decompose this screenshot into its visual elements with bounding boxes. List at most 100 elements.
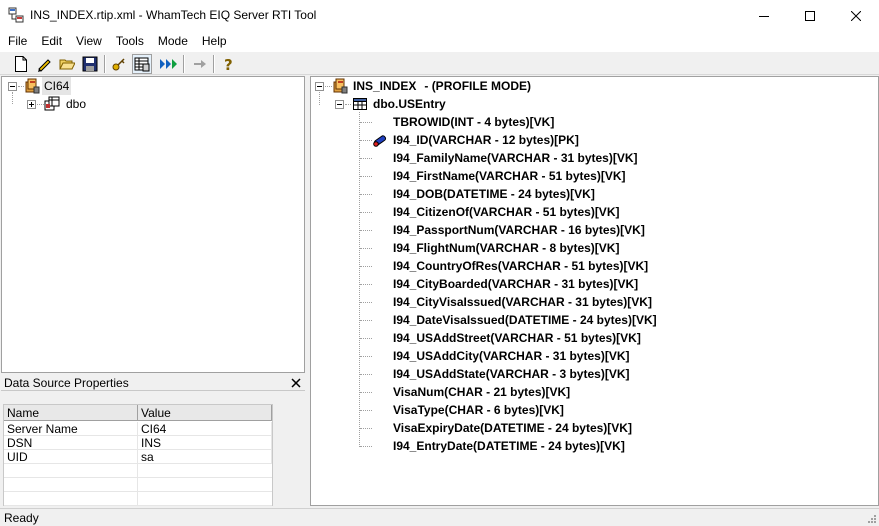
- tree-node-field[interactable]: I94_CityVisaIssued(VARCHAR - 31 bytes)[V…: [393, 293, 652, 311]
- tree-node-field[interactable]: I94_ID(VARCHAR - 12 bytes)[PK]: [393, 131, 579, 149]
- tree-node-table[interactable]: dbo.USEntry: [373, 95, 446, 113]
- status-bar: Ready: [0, 508, 879, 526]
- field-label: VisaExpiryDate(DATETIME - 24 bytes)[VK]: [393, 421, 632, 435]
- resize-grip-icon[interactable]: [865, 512, 877, 524]
- properties-grid[interactable]: Name Value Server Name CI64 DSN INS UID …: [3, 404, 273, 506]
- menu-help[interactable]: Help: [195, 31, 234, 51]
- tree-node-index-root[interactable]: INS_INDEX - (PROFILE MODE): [353, 77, 531, 95]
- field-label: I94_USAddCity(VARCHAR - 31 bytes)[VK]: [393, 349, 630, 363]
- column-header-value[interactable]: Value: [138, 405, 272, 421]
- index-icon: [332, 78, 348, 97]
- new-button[interactable]: [11, 54, 31, 74]
- menu-mode[interactable]: Mode: [151, 31, 195, 51]
- field-label: VisaType(CHAR - 6 bytes)[VK]: [393, 403, 564, 417]
- property-value: sa: [138, 450, 272, 464]
- field-label: I94_CountryOfRes(VARCHAR - 51 bytes)[VK]: [393, 259, 649, 273]
- tree-node-field[interactable]: I94_DOB(DATETIME - 24 bytes)[VK]: [393, 185, 595, 203]
- tree-node-field[interactable]: I94_CountryOfRes(VARCHAR - 51 bytes)[VK]: [393, 257, 648, 275]
- tree-node-field[interactable]: TBROWID(INT - 4 bytes)[VK]: [393, 113, 554, 131]
- forward-button[interactable]: [190, 54, 210, 74]
- field-label: I94_DOB(DATETIME - 24 bytes)[VK]: [393, 187, 595, 201]
- grid-properties-button[interactable]: [132, 54, 152, 74]
- field-label: I94_CitizenOf(VARCHAR - 51 bytes)[VK]: [393, 205, 620, 219]
- field-label: I94_USAddState(VARCHAR - 3 bytes)[VK]: [393, 367, 630, 381]
- title-bar: INS_INDEX.rtip.xml - WhamTech EIQ Server…: [0, 0, 879, 31]
- field-label: TBROWID(INT - 4 bytes)[VK]: [393, 115, 555, 129]
- maximize-button[interactable]: [787, 0, 833, 31]
- tree-node-field[interactable]: VisaExpiryDate(DATETIME - 24 bytes)[VK]: [393, 419, 632, 437]
- schema-icon: [44, 96, 60, 115]
- tree-node-field[interactable]: VisaType(CHAR - 6 bytes)[VK]: [393, 401, 564, 419]
- field-label: VisaNum(CHAR - 21 bytes)[VK]: [393, 385, 571, 399]
- collapse-toggle[interactable]: [315, 82, 324, 91]
- tree-node-server[interactable]: CI64: [42, 77, 72, 95]
- data-source-tree[interactable]: CI64 dbo: [1, 76, 305, 373]
- minimize-button[interactable]: [741, 0, 787, 31]
- column-header-name[interactable]: Name: [4, 405, 138, 421]
- expand-toggle[interactable]: [27, 100, 36, 109]
- tree-node-field[interactable]: I94_USAddState(VARCHAR - 3 bytes)[VK]: [393, 365, 629, 383]
- edit-button[interactable]: [34, 54, 54, 74]
- collapse-toggle[interactable]: [335, 100, 344, 109]
- field-label: I94_DateVisaIssued(DATETIME - 24 bytes)[…: [393, 313, 657, 327]
- field-label: I94_EntryDate(DATETIME - 24 bytes)[VK]: [393, 439, 625, 453]
- save-icon: [82, 56, 98, 72]
- svg-text:?: ?: [224, 56, 233, 72]
- rti-tool-icon: [8, 7, 24, 23]
- tree-node-field[interactable]: I94_FirstName(VARCHAR - 51 bytes)[VK]: [393, 167, 626, 185]
- panel-title: Data Source Properties: [4, 376, 129, 390]
- index-tree[interactable]: INS_INDEX - (PROFILE MODE) dbo.USEntry T…: [310, 76, 879, 506]
- field-label: I94_USAddStreet(VARCHAR - 51 bytes)[VK]: [393, 331, 641, 345]
- field-label: I94_FlightNum(VARCHAR - 8 bytes)[VK]: [393, 241, 620, 255]
- help-button[interactable]: ?: [219, 54, 239, 74]
- tree-node-field[interactable]: I94_EntryDate(DATETIME - 24 bytes)[VK]: [393, 437, 625, 455]
- tree-node-field[interactable]: I94_DateVisaIssued(DATETIME - 24 bytes)[…: [393, 311, 657, 329]
- table-row-empty: [4, 492, 272, 506]
- data-source-properties-header: Data Source Properties: [1, 374, 305, 391]
- field-label: I94_ID(VARCHAR - 12 bytes)[PK]: [393, 133, 579, 147]
- table-row[interactable]: Server Name CI64: [4, 422, 272, 436]
- menu-tools[interactable]: Tools: [109, 31, 151, 51]
- run-all-button[interactable]: [159, 54, 179, 74]
- field-label: I94_PassportNum(VARCHAR - 16 bytes)[VK]: [393, 223, 645, 237]
- table-icon: [352, 96, 368, 115]
- tree-node-field[interactable]: I94_CitizenOf(VARCHAR - 51 bytes)[VK]: [393, 203, 619, 221]
- mode-label: - (PROFILE MODE): [424, 79, 532, 93]
- tree-node-field[interactable]: I94_USAddCity(VARCHAR - 31 bytes)[VK]: [393, 347, 629, 365]
- tree-node-field[interactable]: I94_FlightNum(VARCHAR - 8 bytes)[VK]: [393, 239, 619, 257]
- status-text: Ready: [4, 511, 39, 525]
- tree-node-dbo[interactable]: dbo: [66, 95, 86, 113]
- field-label: I94_FamilyName(VARCHAR - 31 bytes)[VK]: [393, 151, 638, 165]
- property-value: INS: [138, 436, 272, 450]
- menu-bar: File Edit View Tools Mode Help: [0, 31, 879, 51]
- tree-node-field[interactable]: I94_FamilyName(VARCHAR - 31 bytes)[VK]: [393, 149, 638, 167]
- grid-header: Name Value: [4, 405, 272, 421]
- field-label: I94_FirstName(VARCHAR - 51 bytes)[VK]: [393, 169, 626, 183]
- menu-edit[interactable]: Edit: [34, 31, 69, 51]
- window-title: INS_INDEX.rtip.xml - WhamTech EIQ Server…: [30, 8, 317, 22]
- close-button[interactable]: [833, 0, 879, 31]
- table-row[interactable]: UID sa: [4, 450, 272, 464]
- menu-view[interactable]: View: [69, 31, 109, 51]
- save-button[interactable]: [80, 54, 100, 74]
- tree-node-field[interactable]: VisaNum(CHAR - 21 bytes)[VK]: [393, 383, 570, 401]
- open-button[interactable]: [57, 54, 77, 74]
- menu-file[interactable]: File: [1, 31, 34, 51]
- collapse-toggle[interactable]: [8, 82, 17, 91]
- key-icon: [112, 58, 125, 71]
- toolbar: ?: [0, 51, 879, 75]
- run-all-icon: [160, 59, 177, 69]
- key-button[interactable]: [109, 54, 129, 74]
- tree-node-field[interactable]: I94_CityBoarded(VARCHAR - 31 bytes)[VK]: [393, 275, 638, 293]
- tree-node-field[interactable]: I94_PassportNum(VARCHAR - 16 bytes)[VK]: [393, 221, 645, 239]
- help-icon: ?: [224, 56, 233, 72]
- close-icon[interactable]: [290, 377, 302, 389]
- new-icon: [15, 56, 27, 72]
- table-row[interactable]: DSN INS: [4, 436, 272, 450]
- property-value: CI64: [138, 422, 272, 436]
- tree-node-label: dbo: [66, 97, 87, 111]
- property-name: Server Name: [4, 422, 138, 436]
- property-name: UID: [4, 450, 138, 464]
- primary-key-icon: [372, 132, 388, 151]
- tree-node-field[interactable]: I94_USAddStreet(VARCHAR - 51 bytes)[VK]: [393, 329, 641, 347]
